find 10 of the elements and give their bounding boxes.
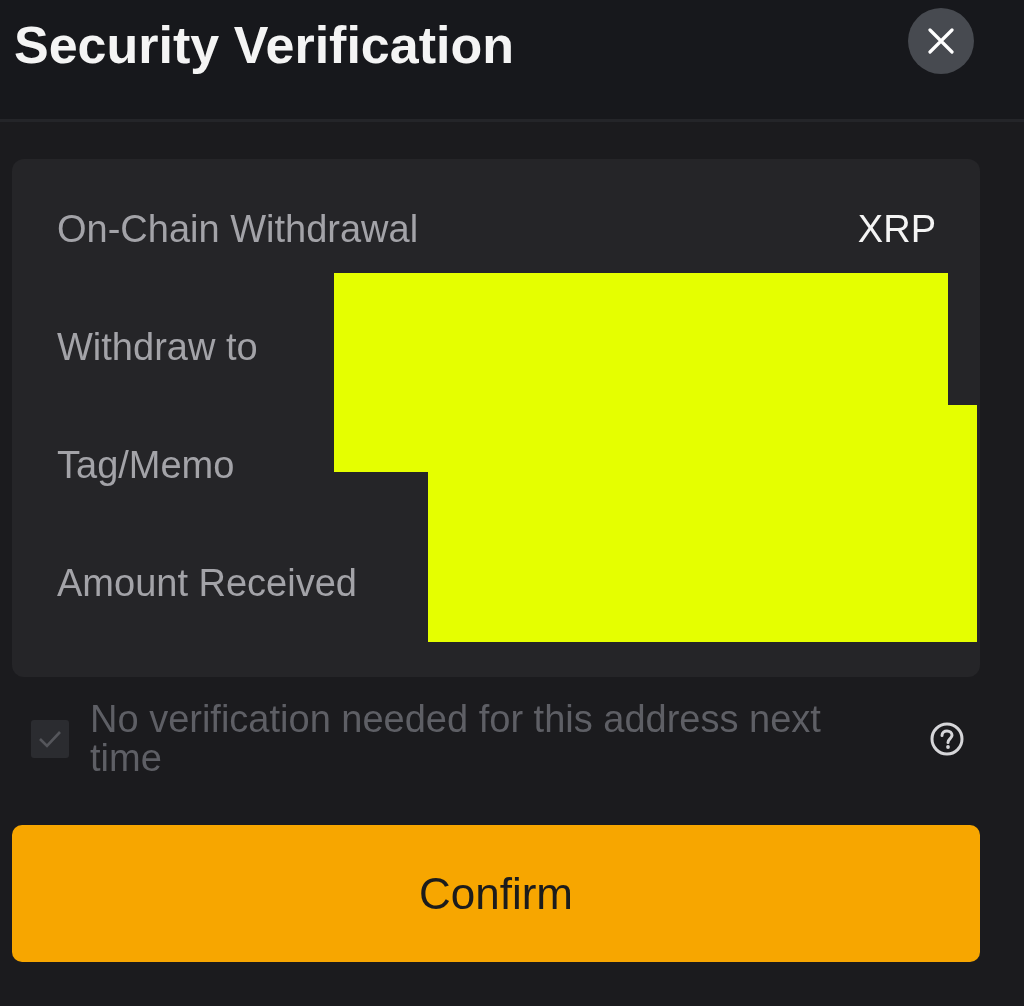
- detail-label: Withdraw to: [57, 325, 258, 369]
- detail-label: Amount Received: [57, 561, 357, 605]
- confirm-button[interactable]: Confirm: [12, 825, 980, 962]
- checkbox-label: No verification needed for this address next time: [90, 700, 822, 778]
- help-icon[interactable]: [930, 722, 964, 756]
- close-icon: [928, 28, 954, 54]
- detail-value: XRP: [857, 207, 936, 251]
- detail-label: On-Chain Withdrawal: [57, 207, 419, 251]
- detail-label: Tag/Memo: [57, 443, 235, 487]
- dialog-title: Security Verification: [14, 15, 514, 76]
